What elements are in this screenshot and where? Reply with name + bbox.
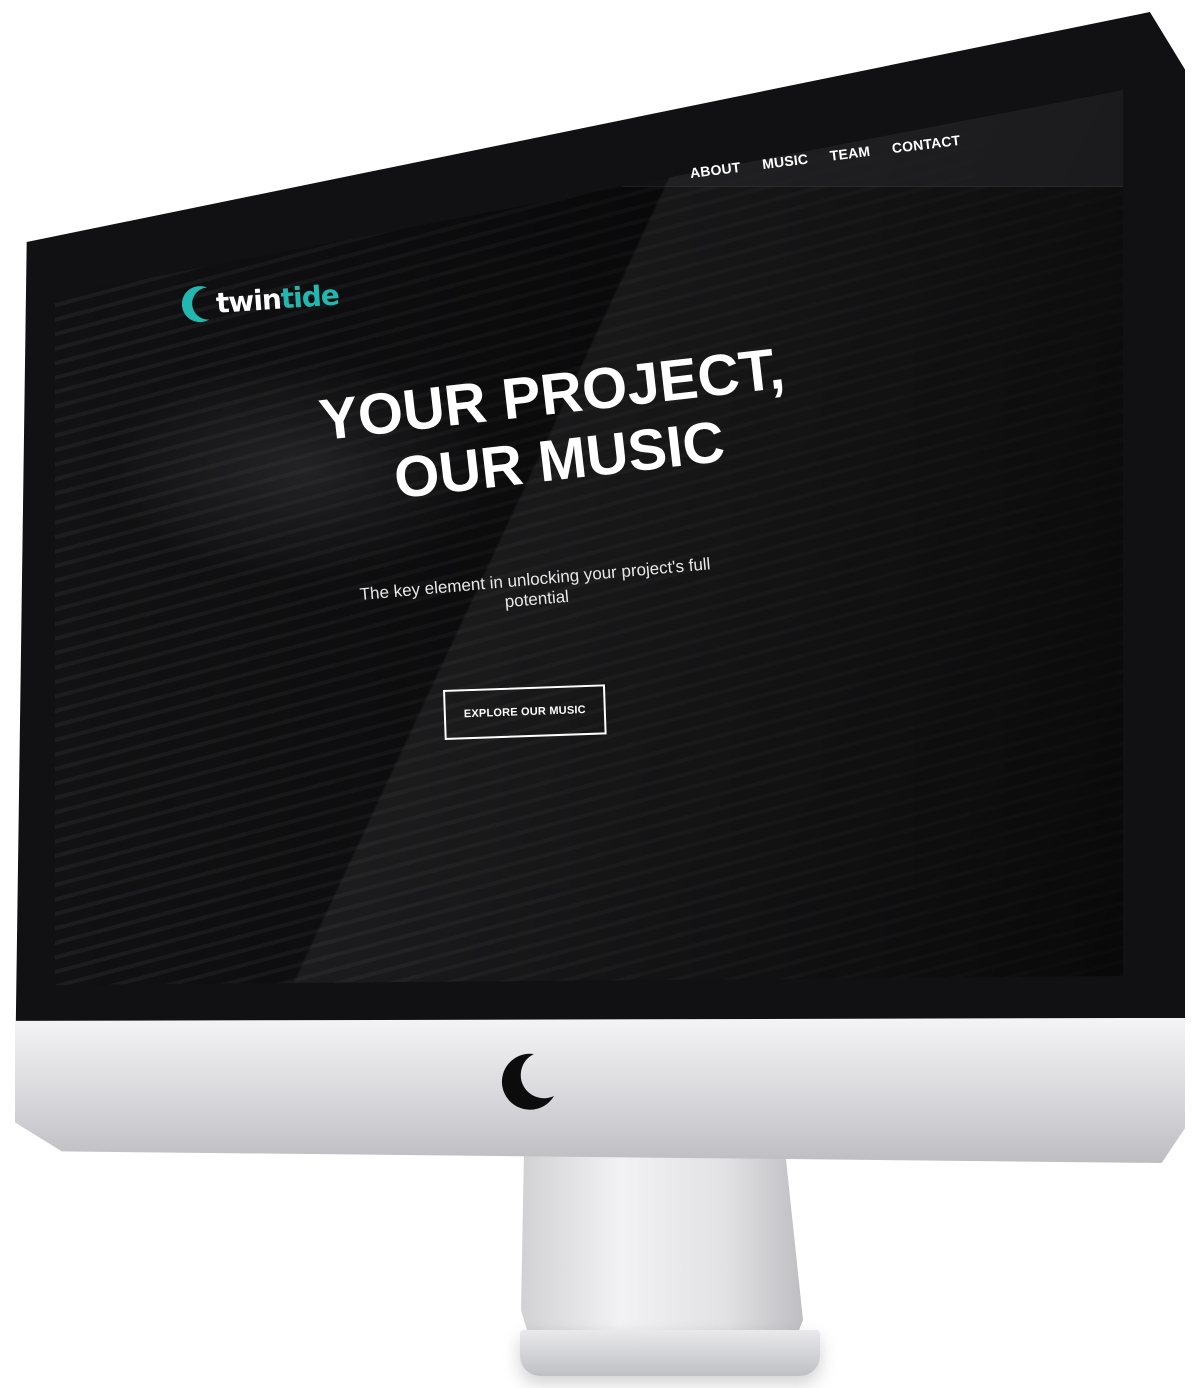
logo-word-tide: tide: [279, 277, 340, 315]
nav-item-about[interactable]: ABOUT: [689, 159, 741, 181]
monitor-mockup: twintide ABOUT MUSIC TEAM CONTACT YOUR P…: [0, 0, 1200, 1388]
main-nav: ABOUT MUSIC TEAM CONTACT: [689, 132, 961, 181]
site-logo[interactable]: twintide: [177, 274, 340, 325]
nav-item-music[interactable]: MUSIC: [761, 151, 809, 173]
hero-subheadline: The key element in unlocking your projec…: [358, 554, 712, 612]
logo-wordmark: twintide: [215, 278, 340, 319]
nav-item-team[interactable]: TEAM: [829, 143, 871, 164]
website-content: twintide ABOUT MUSIC TEAM CONTACT YOUR P…: [0, 0, 1200, 1388]
explore-music-button[interactable]: EXPLORE OUR MUSIC: [443, 684, 607, 740]
nav-item-contact[interactable]: CONTACT: [891, 132, 961, 156]
wave-logo-icon: [181, 286, 210, 323]
hero-headline: YOUR PROJECT, OUR MUSIC: [315, 335, 788, 512]
logo-word-twin: twin: [214, 281, 282, 320]
